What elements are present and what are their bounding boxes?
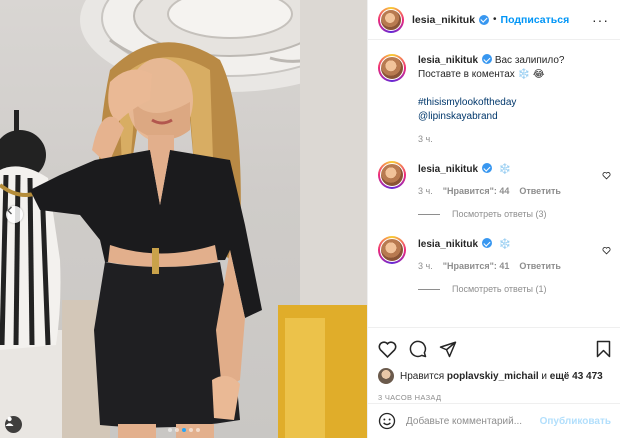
caption-hashtag[interactable]: #thisismylookoftheday — [418, 96, 611, 110]
caption-username[interactable]: lesia_nikituk — [418, 55, 478, 66]
chevron-left-icon — [7, 206, 12, 215]
comment-like-heart-icon[interactable] — [602, 171, 611, 183]
share-paper-plane-icon[interactable] — [439, 340, 457, 358]
comment-input[interactable] — [406, 415, 540, 427]
comment-avatar[interactable] — [378, 161, 406, 189]
comment-likes-count[interactable]: "Нравится": 44 — [443, 186, 510, 196]
comment-text: ❄️ — [498, 164, 512, 175]
author-avatar[interactable] — [378, 6, 404, 33]
comment-like-heart-icon[interactable] — [602, 246, 611, 258]
carousel-dot — [167, 428, 172, 432]
verified-badge-icon — [482, 54, 493, 64]
save-bookmark-icon[interactable] — [596, 340, 611, 358]
verified-badge-icon — [482, 238, 493, 248]
person-icon — [5, 416, 14, 426]
reply-button[interactable]: Ответить — [519, 186, 561, 196]
caption-line2: Поставте в коментах ❄️ 😂 — [418, 69, 545, 80]
liker-avatar[interactable] — [378, 368, 394, 384]
comment-bubble-icon[interactable] — [409, 340, 427, 358]
comment-meta: 3 ч. "Нравится": 44 Ответить — [418, 186, 611, 196]
comment-likes-count[interactable]: "Нравится": 41 — [443, 261, 510, 271]
photo-illustration — [0, 0, 367, 438]
caption-avatar[interactable] — [378, 54, 406, 82]
smile-icon[interactable] — [378, 412, 396, 430]
verified-badge-icon — [482, 163, 493, 173]
publish-button[interactable]: Опубликовать — [540, 416, 611, 427]
likes-summary: Нравится poplavskiy_michail и ещё 43 473 — [378, 368, 611, 384]
comment-item: lesia_nikituk ❄️ 3 ч. "Нравится": 41 Отв… — [378, 236, 611, 294]
more-options-icon[interactable]: ··· — [592, 12, 609, 28]
carousel-dot — [188, 428, 193, 432]
view-replies-label[interactable]: Посмотреть ответы (1) — [452, 284, 547, 294]
comment-time: 3 ч. — [418, 186, 433, 196]
post-timestamp[interactable]: 3 ЧАСОВ НАЗАД — [378, 393, 611, 402]
author-username[interactable]: lesia_nikituk — [412, 14, 475, 26]
caption-mention[interactable]: @lipinskayabrand — [418, 110, 611, 124]
like-heart-icon[interactable] — [378, 340, 397, 358]
replies-divider — [418, 288, 440, 290]
comment-time: 3 ч. — [418, 261, 433, 271]
likes-prefix: Нравится — [400, 370, 445, 382]
replies-divider — [418, 213, 440, 215]
post-side-panel: lesia_nikituk • Подписаться ··· lesia_ni… — [367, 0, 620, 438]
carousel-prev-button[interactable] — [6, 206, 23, 223]
carousel-dot-active — [181, 428, 186, 432]
comment-username[interactable]: lesia_nikituk — [418, 239, 478, 250]
likes-count[interactable]: ещё 43 473 — [550, 371, 603, 382]
carousel-dot — [174, 428, 179, 432]
caption-line1: Вас залипило? — [494, 55, 565, 66]
view-replies-label[interactable]: Посмотреть ответы (3) — [452, 209, 547, 219]
carousel-dot — [195, 428, 200, 432]
view-replies[interactable]: Посмотреть ответы (1) — [418, 284, 611, 294]
caption: lesia_nikituk Вас залипило? Поставте в к… — [378, 54, 611, 144]
post-photo[interactable] — [0, 0, 367, 438]
reply-button[interactable]: Ответить — [519, 261, 561, 271]
caption-time: 3 ч. — [418, 134, 433, 144]
post-header: lesia_nikituk • Подписаться ··· — [368, 0, 620, 40]
comment-username[interactable]: lesia_nikituk — [418, 164, 478, 175]
separator-dot: • — [493, 14, 497, 25]
carousel-indicator — [0, 428, 367, 432]
comment-text: ❄️ — [498, 239, 512, 250]
caption-meta: 3 ч. — [418, 134, 611, 144]
comment-meta: 3 ч. "Нравится": 41 Ответить — [418, 261, 611, 271]
comment-composer: Опубликовать — [368, 403, 620, 438]
post-actions: Нравится poplavskiy_michail и ещё 43 473… — [368, 327, 620, 402]
comment-avatar[interactable] — [378, 236, 406, 264]
likes-and: и — [541, 370, 548, 382]
follow-button[interactable]: Подписаться — [501, 14, 570, 26]
tagged-users-button[interactable] — [5, 416, 22, 433]
verified-badge-icon — [479, 14, 490, 25]
action-bar — [378, 334, 611, 364]
view-replies[interactable]: Посмотреть ответы (3) — [418, 209, 611, 219]
comments-list[interactable]: lesia_nikituk Вас залипило? Поставте в к… — [368, 40, 620, 327]
comment-item: lesia_nikituk ❄️ 3 ч. "Нравится": 44 Отв… — [378, 161, 611, 219]
liker-username[interactable]: poplavskiy_michail — [447, 371, 539, 382]
